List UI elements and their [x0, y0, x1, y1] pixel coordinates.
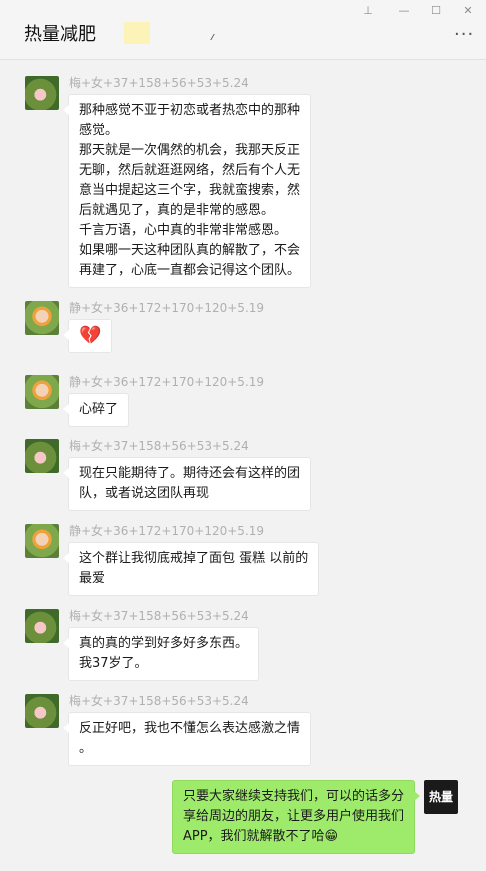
- message-line: 后就遇见了，真的是非常的感恩。: [79, 203, 275, 218]
- sender-name: 静+女+36+172+170+120+5.19: [69, 524, 265, 538]
- pin-icon[interactable]: ⊥: [360, 3, 376, 19]
- avatar[interactable]: [25, 375, 59, 409]
- message-line: 现在只能期待了。期待还会有这样的团: [79, 466, 301, 481]
- message-line: 那种感觉不亚于初恋或者热恋中的那种: [79, 103, 301, 118]
- message-line: 千言万语，心中真的非常非常感恩。: [79, 223, 288, 238]
- message-line: 我37岁了。: [79, 656, 148, 671]
- title-tag: [124, 22, 150, 44]
- message-bubble[interactable]: 真的真的学到好多好多东西。 我37岁了。: [62, 627, 260, 681]
- message-line: 那天就是一次偶然的机会，我那天反正: [79, 143, 301, 158]
- sender-name: 静+女+36+172+170+120+5.19: [69, 301, 265, 315]
- message-line: 真的真的学到好多好多东西。: [79, 636, 249, 651]
- message-line: 如果哪一天这种团队真的解散了，不会: [79, 243, 301, 258]
- message-line: 意当中提起这三个字，我就蛮搜索，然: [79, 183, 301, 198]
- message-line: APP，我们就解散不了哈😁: [182, 829, 339, 844]
- message-line: 这个群让我彻底戒掉了面包 蛋糕 以前的: [79, 551, 309, 566]
- message-line: 只要大家继续支持我们，可以的话多分: [182, 789, 404, 804]
- message-bubble[interactable]: 反正好吧，我也不懂怎么表达感激之情 。: [62, 712, 312, 766]
- sender-name: 梅+女+37+158+56+53+5.24: [69, 694, 249, 708]
- sender-name: 梅+女+37+158+56+53+5.24: [69, 76, 249, 90]
- app-logo-avatar[interactable]: 热量: [424, 780, 458, 814]
- minimize-icon[interactable]: —: [396, 3, 412, 19]
- message-bubble[interactable]: 这个群让我彻底戒掉了面包 蛋糕 以前的 最爱: [62, 542, 320, 596]
- avatar[interactable]: [25, 301, 59, 335]
- message-line: 心碎了: [79, 402, 119, 417]
- avatar[interactable]: [25, 524, 59, 558]
- message-line: 感觉。: [79, 123, 119, 138]
- message-line: 最爱: [79, 571, 106, 586]
- broken-heart-emoji: 💔: [79, 325, 102, 346]
- message-bubble[interactable]: 现在只能期待了。期待还会有这样的团 队，或者说这团队再现: [62, 457, 312, 511]
- message-line: 享给周边的朋友，让更多用户使用我们: [182, 809, 404, 824]
- message-line: 再建了，心底一直都会记得这个团队。: [79, 263, 301, 278]
- self-message-bubble[interactable]: 只要大家继续支持我们，可以的话多分 享给周边的朋友，让更多用户使用我们 APP，…: [171, 780, 421, 854]
- message-line: 无聊，然后就逛逛网络，然后有个人无: [79, 163, 301, 178]
- message-line: 队，或者说这团队再现: [79, 486, 210, 501]
- maximize-icon[interactable]: ☐: [428, 3, 444, 19]
- message-line: 反正好吧，我也不懂怎么表达感激之情: [79, 721, 301, 736]
- chat-header: 热量减肥 ⊥ — ☐ ✕ ···: [0, 0, 486, 60]
- sender-name: 梅+女+37+158+56+53+5.24: [69, 609, 249, 623]
- message-bubble[interactable]: 心碎了: [62, 393, 130, 427]
- close-icon[interactable]: ✕: [460, 3, 476, 19]
- title-mark: [210, 34, 218, 40]
- sender-name: 静+女+36+172+170+120+5.19: [69, 375, 265, 389]
- message-bubble[interactable]: 那种感觉不亚于初恋或者热恋中的那种 感觉。 那天就是一次偶然的机会，我那天反正 …: [62, 94, 312, 288]
- message-line: 。: [79, 741, 93, 756]
- avatar[interactable]: [25, 609, 59, 643]
- message-bubble[interactable]: 💔: [62, 319, 113, 353]
- avatar[interactable]: [25, 694, 59, 728]
- avatar[interactable]: [25, 439, 59, 473]
- avatar[interactable]: [25, 76, 59, 110]
- chat-title: 热量减肥: [24, 24, 96, 45]
- sender-name: 梅+女+37+158+56+53+5.24: [69, 439, 249, 453]
- more-icon[interactable]: ···: [454, 26, 474, 44]
